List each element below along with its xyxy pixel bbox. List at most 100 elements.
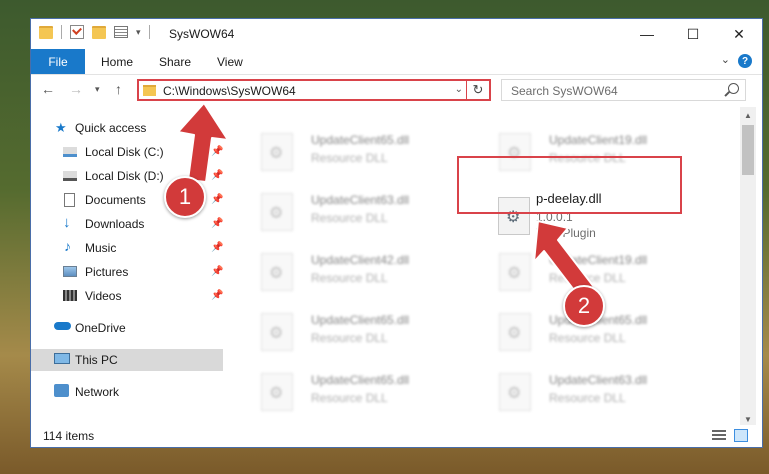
file-name: UpdateClient65.dll [311, 313, 410, 327]
nav-local-disk-c[interactable]: Local Disk (C:) 📌 [31, 141, 223, 163]
tab-home[interactable]: Home [101, 55, 133, 69]
tab-view[interactable]: View [217, 55, 243, 69]
pin-icon[interactable]: 📌 [211, 290, 223, 301]
forward-arrow-icon[interactable]: → [69, 81, 83, 97]
search-placeholder[interactable]: Search SysWOW64 [511, 84, 618, 98]
pin-icon[interactable]: 📌 [211, 194, 223, 205]
details-view-icon[interactable] [712, 430, 726, 441]
nav-pictures[interactable]: Pictures 📌 [31, 261, 223, 283]
close-button[interactable]: ✕ [716, 19, 762, 49]
properties-check-icon[interactable] [70, 25, 84, 39]
file-item[interactable]: UpdateClient19.dll Resource DLL [489, 131, 719, 177]
dll-file-icon [261, 133, 293, 171]
dll-file-icon [499, 373, 531, 411]
nav-quick-access[interactable]: ★ Quick access [31, 117, 223, 139]
maximize-button[interactable]: ☐ [670, 19, 716, 49]
dll-file-icon [261, 193, 293, 231]
file-type: VST Plugin [536, 226, 596, 240]
music-note-icon: ♪ [64, 238, 71, 254]
nav-network[interactable]: Network [31, 381, 223, 403]
nav-label: Pictures [85, 265, 129, 279]
recent-locations-chevron-icon[interactable]: ▾ [95, 84, 100, 95]
file-item[interactable]: UpdateClient65.dll Resource DLL [251, 131, 481, 177]
toolbar-divider [148, 25, 150, 39]
file-type: Resource DLL [311, 271, 388, 285]
nav-label: Quick access [75, 121, 147, 135]
dll-file-icon [499, 313, 531, 351]
file-name: UpdateClient19.dll [549, 133, 648, 147]
dll-file-icon [261, 373, 293, 411]
file-type: Resource DLL [549, 151, 626, 165]
status-bar: 114 items [31, 425, 762, 447]
document-icon [64, 193, 75, 207]
up-arrow-icon[interactable]: ↑ [115, 81, 122, 97]
tab-share[interactable]: Share [159, 55, 191, 69]
view-properties-icon[interactable] [114, 26, 128, 38]
file-name: p-deelay.dll [536, 191, 602, 206]
pin-icon[interactable]: 📌 [211, 218, 223, 229]
nav-label: Music [85, 241, 117, 255]
file-item[interactable]: UpdateClient42.dll Resource DLL [251, 251, 481, 297]
folder-icon [143, 85, 156, 96]
file-item[interactable]: UpdateClient65.dll Resource DLL [489, 311, 719, 357]
file-item[interactable]: UpdateClient63.dll Resource DLL [489, 371, 719, 417]
search-box[interactable]: Search SysWOW64 [501, 79, 746, 101]
file-type: Resource DLL [311, 151, 388, 165]
tiles-view-icon[interactable] [734, 429, 748, 442]
title-bar: ▾ SysWOW64 — ☐ ✕ [31, 19, 762, 49]
file-explorer-window: ▾ SysWOW64 — ☐ ✕ File Home Share View ⌄ … [30, 18, 763, 448]
file-version: 1.0.0.1 [536, 210, 573, 224]
pin-icon[interactable]: 📌 [211, 242, 223, 253]
address-bar[interactable]: C:\Windows\SysWOW64 ⌄ ↻ [137, 79, 491, 101]
file-item[interactable]: UpdateClient63.dll Resource DLL [251, 191, 481, 237]
nav-local-disk-d[interactable]: Local Disk (D:) 📌 [31, 165, 223, 187]
toolbar-divider [61, 25, 62, 39]
minimize-button[interactable]: — [624, 19, 670, 49]
search-icon[interactable] [728, 83, 739, 94]
file-name: UpdateClient65.dll [311, 373, 410, 387]
nav-onedrive[interactable]: OneDrive [31, 317, 223, 339]
refresh-icon[interactable]: ↻ [466, 81, 489, 99]
help-icon[interactable]: ? [738, 54, 752, 68]
new-folder-icon[interactable] [92, 25, 106, 39]
nav-label: Downloads [85, 217, 145, 231]
expand-ribbon-chevron-icon[interactable]: ⌄ [721, 53, 730, 66]
file-name: UpdateClient63.dll [549, 373, 648, 387]
nav-label: Local Disk (D:) [85, 169, 164, 183]
folder-icon [39, 25, 53, 39]
vertical-scrollbar[interactable]: ▲ ▼ [740, 107, 756, 427]
file-name: UpdateClient65.dll [311, 133, 410, 147]
file-type: Resource DLL [311, 331, 388, 345]
picture-icon [63, 266, 77, 277]
nav-label: OneDrive [75, 321, 126, 335]
nav-downloads[interactable]: ↓ Downloads 📌 [31, 213, 223, 235]
nav-documents[interactable]: Documents 📌 [31, 189, 223, 211]
window-title: SysWOW64 [169, 27, 235, 41]
address-dropdown-icon[interactable]: ⌄ [455, 84, 463, 95]
scroll-up-arrow-icon[interactable]: ▲ [740, 107, 756, 123]
file-type: Resource DLL [549, 271, 626, 285]
nav-label: Videos [85, 289, 122, 303]
pin-icon[interactable]: 📌 [211, 266, 223, 277]
pin-icon[interactable]: 📌 [211, 146, 223, 157]
nav-label: Network [75, 385, 120, 399]
dll-file-icon [499, 133, 531, 171]
dll-file-icon [498, 197, 530, 235]
video-film-icon [63, 290, 77, 301]
dll-file-icon [499, 253, 531, 291]
nav-videos[interactable]: Videos 📌 [31, 285, 223, 307]
file-item[interactable]: UpdateClient65.dll Resource DLL [251, 371, 481, 417]
customize-toolbar-chevron-icon[interactable]: ▾ [136, 27, 141, 38]
file-item[interactable]: UpdateClient19.dll Resource DLL [489, 251, 719, 297]
back-arrow-icon[interactable]: ← [41, 81, 55, 97]
address-path[interactable]: C:\Windows\SysWOW64 [163, 84, 296, 98]
file-item-p-deelay[interactable]: p-deelay.dll 1.0.0.1 VST Plugin [488, 191, 718, 241]
nav-label: Local Disk (C:) [85, 145, 164, 159]
tab-file[interactable]: File [31, 49, 85, 74]
pin-icon[interactable]: 📌 [211, 170, 223, 181]
scrollbar-thumb[interactable] [742, 125, 754, 175]
nav-this-pc[interactable]: This PC [31, 349, 223, 371]
nav-music[interactable]: ♪ Music 📌 [31, 237, 223, 259]
navigation-pane: ★ Quick access Local Disk (C:) 📌 Local D… [31, 107, 227, 427]
file-item[interactable]: UpdateClient65.dll Resource DLL [251, 311, 481, 357]
